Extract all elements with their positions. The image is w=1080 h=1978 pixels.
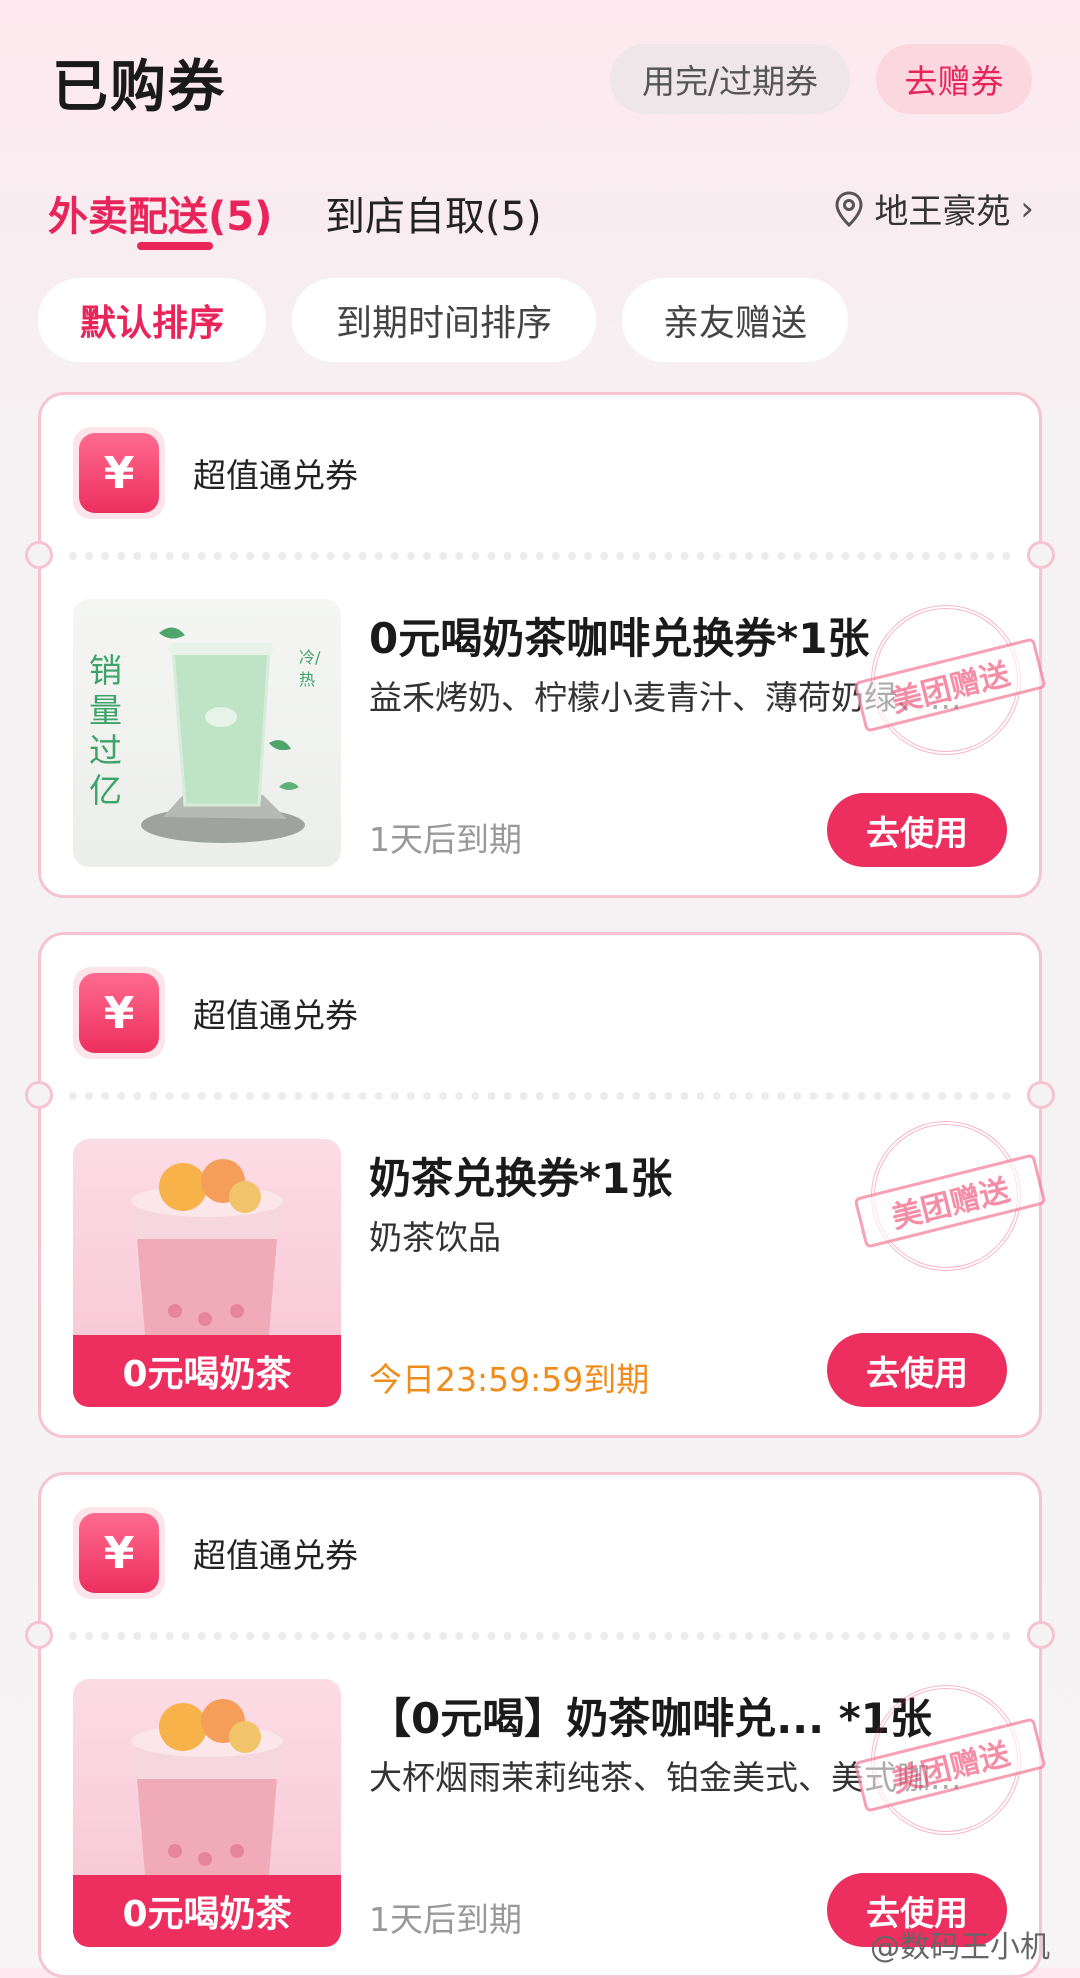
yen-icon: ¥ <box>79 1513 159 1593</box>
coupon-thumbnail: 销量过亿 冷/热 <box>73 599 341 867</box>
yen-icon: ¥ <box>79 433 159 513</box>
meituan-gift-stamp: 美团赠送 <box>853 1121 1047 1271</box>
ticket-divider <box>69 1632 1011 1640</box>
coupon-card[interactable]: ¥ 超值通兑券 0元喝奶茶 【0元喝】奶茶咖啡兑... *1张 大杯烟雨茉莉纯茶… <box>25 1472 1055 1978</box>
tab-active-indicator <box>137 242 213 250</box>
coupon-expiry: 今日23:59:59到期 <box>369 1360 650 1399</box>
milk-tea-cup-illustration <box>141 627 305 843</box>
coupon-type-icon: ¥ <box>73 967 165 1059</box>
chevron-right-icon: › <box>1020 188 1034 229</box>
filter-friend-gift[interactable]: 亲友赠送 <box>622 278 848 362</box>
location-label: 地王豪苑 <box>874 192 1011 232</box>
coupon-card[interactable]: ¥ 超值通兑券 0元喝奶茶 奶茶兑换券*1张 奶茶饮品 今日23:59:59到期… <box>25 932 1055 1438</box>
ticket-notch <box>25 1081 53 1109</box>
ticket-notch <box>1027 541 1055 569</box>
coupon-type-icon: ¥ <box>73 427 165 519</box>
stamp-label: 美团赠送 <box>853 1717 1047 1813</box>
coupon-header: ¥ 超值通兑券 <box>73 967 358 1059</box>
coupon-thumbnail: 0元喝奶茶 <box>73 1139 341 1407</box>
gift-coupon-button[interactable]: 去赠券 <box>876 44 1032 114</box>
filter-expiry-sort[interactable]: 到期时间排序 <box>292 278 596 362</box>
tab-delivery[interactable]: 外卖配送(5) <box>48 184 272 242</box>
meituan-gift-stamp: 美团赠送 <box>853 605 1047 755</box>
coupon-type-label: 超值通兑券 <box>193 1536 358 1575</box>
header: 已购券 用完/过期券 去赠券 <box>0 0 1080 120</box>
thumb-banner: 0元喝奶茶 <box>73 1335 341 1407</box>
coupon-type-label: 超值通兑券 <box>193 996 358 1035</box>
coupon-expiry: 1天后到期 <box>369 820 522 859</box>
sort-filters: 默认排序 到期时间排序 亲友赠送 <box>0 278 1080 362</box>
coupon-header: ¥ 超值通兑券 <box>73 1507 358 1599</box>
yen-icon: ¥ <box>79 973 159 1053</box>
delivery-tabs: 外卖配送(5) 到店自取(5) 地王豪苑 › <box>0 170 1080 260</box>
coupon-expiry: 1天后到期 <box>369 1900 522 1939</box>
use-coupon-button[interactable]: 去使用 <box>827 793 1007 867</box>
stamp-label: 美团赠送 <box>853 1153 1047 1249</box>
watermark: @数码王小机 <box>870 1930 1050 1965</box>
page-title: 已购券 <box>52 55 226 120</box>
expired-coupons-button[interactable]: 用完/过期券 <box>610 44 850 114</box>
location-pin-icon <box>835 190 863 227</box>
coupon-thumbnail: 0元喝奶茶 <box>73 1679 341 1947</box>
ticket-notch <box>25 541 53 569</box>
stamp-label: 美团赠送 <box>853 637 1047 733</box>
thumb-banner: 0元喝奶茶 <box>73 1875 341 1947</box>
coupon-type-icon: ¥ <box>73 1507 165 1599</box>
location-selector[interactable]: 地王豪苑 › <box>834 184 1034 233</box>
coupon-header: ¥ 超值通兑券 <box>73 427 358 519</box>
ticket-divider <box>69 1092 1011 1100</box>
ticket-divider <box>69 552 1011 560</box>
ticket-notch <box>1027 1081 1055 1109</box>
ticket-notch <box>1027 1621 1055 1649</box>
ticket-notch <box>25 1621 53 1649</box>
filter-default-sort[interactable]: 默认排序 <box>38 278 266 362</box>
use-coupon-button[interactable]: 去使用 <box>827 1333 1007 1407</box>
coupon-type-label: 超值通兑券 <box>193 456 358 495</box>
meituan-gift-stamp: 美团赠送 <box>853 1685 1047 1835</box>
coupon-card[interactable]: ¥ 超值通兑券 销量过亿 冷/热 0元喝奶茶咖啡兑换券*1张 益禾烤奶、柠檬小麦… <box>25 392 1055 898</box>
tab-pickup[interactable]: 到店自取(5) <box>325 184 542 242</box>
